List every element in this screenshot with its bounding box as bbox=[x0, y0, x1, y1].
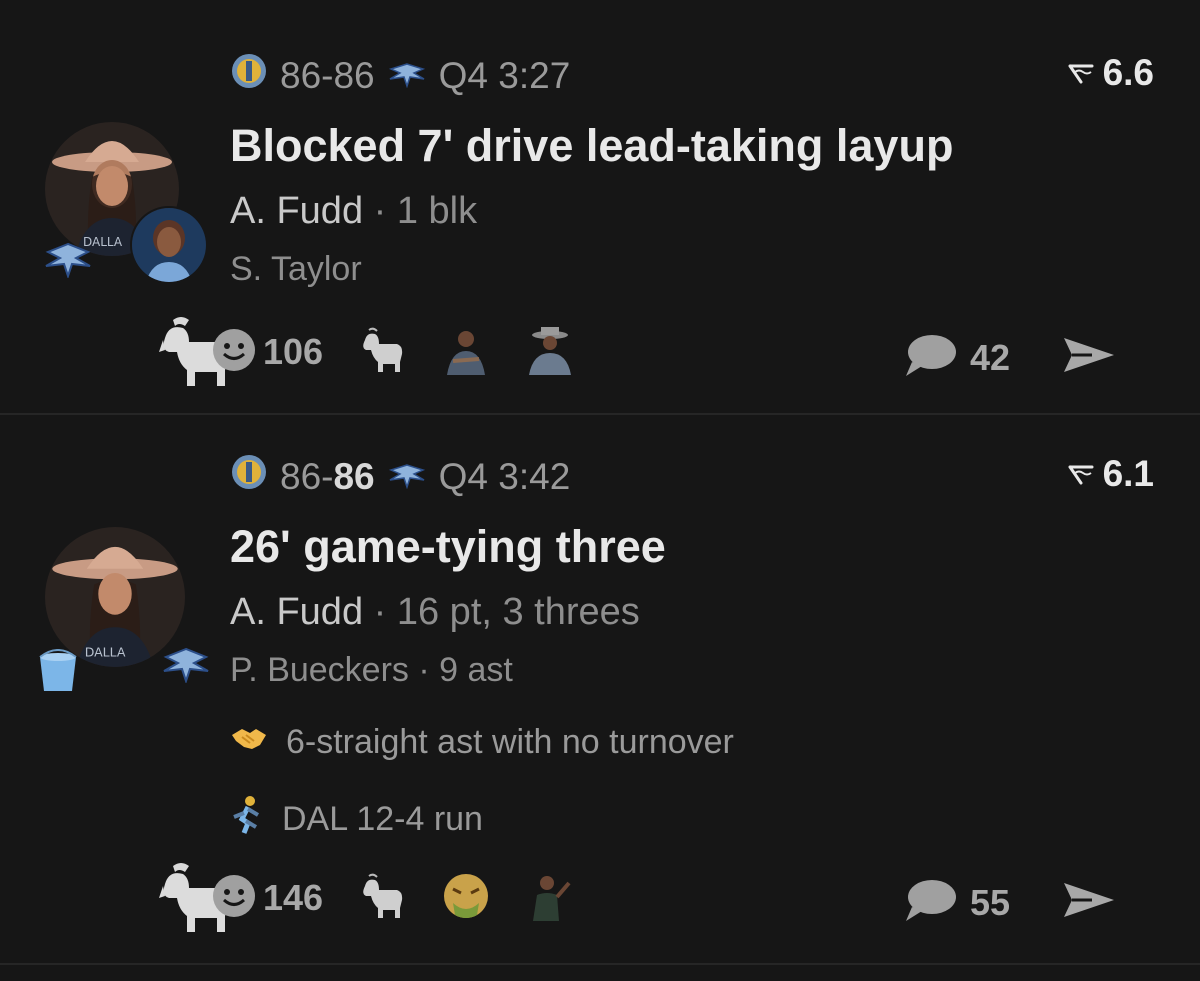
send-arrow-icon[interactable] bbox=[1062, 879, 1116, 926]
tag-run: DAL 12-4 run bbox=[230, 795, 483, 844]
tag-assist-streak: 6-straight ast with no turnover bbox=[230, 723, 734, 762]
game-clock: Q4 3:42 bbox=[438, 455, 571, 497]
goat-reaction-icon[interactable] bbox=[357, 872, 407, 925]
send-arrow-icon[interactable] bbox=[1062, 334, 1116, 381]
nauseated-face-reaction-icon[interactable] bbox=[441, 871, 491, 926]
primary-player-stat: 16 pt, 3 threes bbox=[396, 591, 640, 633]
secondary-player-name[interactable]: S. Taylor bbox=[230, 250, 362, 288]
game-status: 86-86 Q4 3:42 bbox=[230, 453, 570, 500]
play-title[interactable]: 26' game-tying three bbox=[230, 521, 666, 573]
tag-text: 6-straight ast with no turnover bbox=[286, 723, 734, 761]
game-status: 86-86 Q4 3:27 bbox=[230, 52, 570, 99]
primary-player-line[interactable]: A. Fudd · 16 pt, 3 threes bbox=[230, 591, 640, 634]
separator: · bbox=[373, 190, 387, 232]
reactions-bar: 146 55 bbox=[155, 853, 1160, 943]
primary-player-name[interactable]: A. Fudd bbox=[230, 190, 363, 232]
person-reaction-icon[interactable] bbox=[441, 324, 492, 380]
secondary-player-name[interactable]: P. Bueckers bbox=[230, 651, 409, 689]
cowboy-person-reaction-icon[interactable] bbox=[525, 324, 576, 380]
wings-logo-icon bbox=[387, 456, 427, 498]
play-title[interactable]: Blocked 7' drive lead-taking layup bbox=[230, 120, 953, 172]
secondary-player-line[interactable]: P. Bueckers · 9 ast bbox=[230, 651, 513, 690]
primary-player-stat: 1 blk bbox=[396, 190, 478, 232]
separator: · bbox=[418, 651, 430, 689]
reactions-bar: 106 42 bbox=[155, 312, 1160, 392]
primary-player-line[interactable]: A. Fudd · 1 blk bbox=[230, 190, 477, 233]
wings-logo-icon bbox=[158, 643, 214, 688]
play-rating: 6.6 bbox=[1067, 52, 1154, 94]
reaction-count: 146 bbox=[263, 877, 324, 918]
reaction-count: 106 bbox=[263, 331, 324, 372]
rating-value: 6.6 bbox=[1102, 52, 1154, 93]
secondary-player-stat: 9 ast bbox=[439, 651, 513, 689]
wings-logo-icon bbox=[387, 55, 427, 97]
right-actions: 55 bbox=[904, 877, 1116, 928]
svg-text:DALLA: DALLA bbox=[85, 645, 126, 660]
comment-count[interactable]: 42 bbox=[970, 337, 1010, 379]
separator: · bbox=[373, 591, 387, 633]
tilde-flag-icon bbox=[1067, 52, 1095, 94]
card-divider bbox=[0, 963, 1200, 965]
add-reaction-icon[interactable] bbox=[211, 873, 257, 924]
basketball-team-logo-icon bbox=[230, 52, 268, 99]
goat-reaction-icon[interactable] bbox=[357, 326, 407, 379]
tag-text: DAL 12-4 run bbox=[282, 800, 483, 838]
runner-icon bbox=[230, 795, 264, 844]
bucket-icon bbox=[36, 649, 80, 700]
play-rating: 6.1 bbox=[1067, 453, 1154, 495]
secondary-player-line[interactable]: S. Taylor bbox=[230, 250, 362, 289]
tilde-flag-icon bbox=[1067, 453, 1095, 495]
play-card-1[interactable]: DALLA 86-86 Q4 3:27 6.6 Blocked 7' drive… bbox=[0, 0, 1200, 413]
basketball-team-logo-icon bbox=[230, 453, 268, 500]
add-reaction-icon[interactable] bbox=[211, 327, 257, 378]
comment-bubble-icon[interactable] bbox=[904, 332, 958, 383]
primary-player-name[interactable]: A. Fudd bbox=[230, 591, 363, 633]
comment-bubble-icon[interactable] bbox=[904, 877, 958, 928]
score: 86-86 bbox=[280, 455, 375, 497]
right-actions: 42 bbox=[904, 332, 1116, 383]
score: 86-86 bbox=[280, 54, 375, 96]
rating-value: 6.1 bbox=[1102, 453, 1154, 494]
comment-count[interactable]: 55 bbox=[970, 882, 1010, 924]
player-gesture-reaction-icon[interactable] bbox=[525, 870, 576, 926]
wings-logo-icon bbox=[40, 238, 96, 283]
play-card-2[interactable]: DALLA 86-86 Q4 3:42 6.1 26' game-tying t… bbox=[0, 415, 1200, 963]
game-clock: Q4 3:27 bbox=[438, 54, 571, 96]
handshake-icon bbox=[230, 723, 268, 762]
player-avatar-taylor[interactable] bbox=[130, 206, 208, 284]
